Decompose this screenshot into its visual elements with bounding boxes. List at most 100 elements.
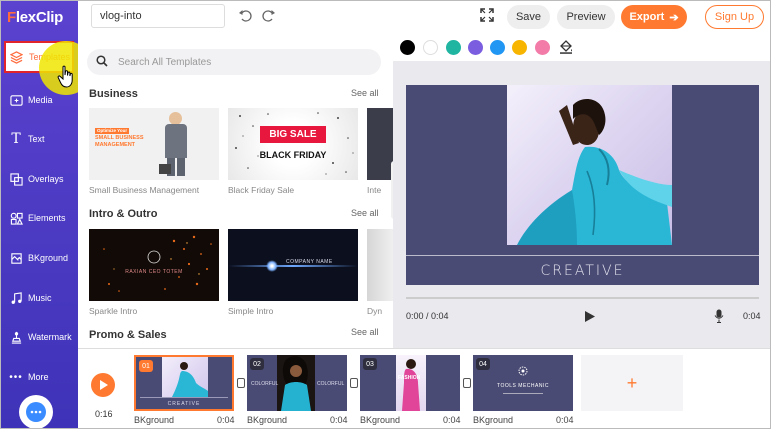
template-caption: Dyn — [367, 306, 383, 316]
flexclip-editor: FlexClip Templates Media T Text Overlays — [0, 0, 771, 429]
scene-text: FASHION — [398, 375, 421, 381]
scene-duration: 0:04 — [556, 415, 574, 425]
watermark-icon — [9, 330, 23, 344]
sidebar-item-overlays[interactable]: Overlays — [1, 159, 78, 199]
signup-button[interactable]: Sign Up — [705, 5, 764, 29]
chat-icon — [26, 402, 46, 422]
thumb-text: RAXIAN CEO TOTEM — [125, 269, 183, 275]
search-icon — [96, 55, 108, 67]
thumb-text: MANAGEMENT — [95, 141, 136, 148]
sidebar-item-elements[interactable]: Elements — [1, 198, 78, 238]
scene-timeline: 0:16 01 CREATIVE BKground 0:04 02 COLORF… — [78, 348, 770, 428]
canvas-title-text[interactable]: CREATIVE — [406, 263, 759, 279]
sidebar-item-music[interactable]: Music — [1, 278, 78, 318]
section-title-promo-sales: Promo & Sales — [89, 329, 167, 341]
color-swatch-blue[interactable] — [490, 40, 505, 55]
transition-icon[interactable] — [463, 378, 471, 388]
fullscreen-icon[interactable] — [480, 8, 494, 22]
scene-thumb-4[interactable]: 04 TOOLS MECHANIC — [473, 355, 573, 411]
paint-bucket-icon[interactable] — [559, 40, 573, 54]
background-icon — [9, 251, 23, 265]
section-title-intro-outro: Intro & Outro — [89, 208, 158, 220]
play-icon[interactable] — [585, 311, 595, 322]
sidebar-item-bkground[interactable]: BKground — [1, 238, 78, 278]
section-title-business: Business — [89, 88, 138, 100]
sidebar-item-label: More — [28, 372, 49, 382]
sidebar-item-more[interactable]: ••• More — [1, 357, 78, 397]
template-thumb-sparkle-intro[interactable]: RAXIAN CEO TOTEM — [89, 229, 219, 301]
sidebar-item-label: Overlays — [28, 174, 64, 184]
template-thumb-small-business[interactable]: Optimize Your SMALL BUSINESS MANAGEMENT — [89, 108, 219, 180]
chat-button[interactable] — [19, 395, 53, 428]
light-streak — [228, 265, 358, 267]
hand-cursor-icon — [57, 65, 73, 88]
music-icon — [9, 291, 23, 305]
more-icon: ••• — [9, 371, 23, 383]
template-thumb-partial[interactable] — [367, 108, 393, 180]
template-caption: Small Business Management — [89, 185, 200, 195]
text-icon: T — [11, 131, 21, 147]
scene-text: COLORFUL — [251, 381, 279, 387]
color-swatch-yellow[interactable] — [512, 40, 527, 55]
scene-duration: 0:04 — [217, 415, 235, 425]
total-duration: 0:04 — [743, 311, 761, 321]
sidebar-item-label: Elements — [28, 213, 66, 223]
preview-stage: CREATIVE 0:00 / 0:04 0:04 — [393, 61, 770, 348]
scene-duration: 0:04 — [443, 415, 461, 425]
scene-photo — [162, 357, 208, 397]
sidebar-item-label: Text — [28, 134, 45, 144]
sidebar-item-text[interactable]: T Text — [1, 119, 78, 159]
project-name-input[interactable]: vlog-into — [91, 4, 225, 28]
plus-icon: + — [626, 373, 638, 393]
scene-thumb-1[interactable]: 01 CREATIVE — [134, 355, 234, 411]
color-swatch-white[interactable] — [423, 40, 438, 55]
save-button[interactable]: Save — [507, 5, 550, 29]
templates-panel: Search All Templates Business See all Op… — [78, 33, 393, 348]
top-toolbar: vlog-into Save Preview Export ➔ Sign Up — [78, 1, 770, 33]
see-all-promo-sales[interactable]: See all — [351, 327, 379, 337]
scene-thumb-3[interactable]: 03 FASHION — [360, 355, 460, 411]
scene-thumb-2[interactable]: 02 COLORFUL COLORFUL — [247, 355, 347, 411]
divider-line — [406, 255, 759, 256]
app-logo[interactable]: FlexClip — [7, 9, 63, 26]
thumb-text: BLACK FRIDAY — [259, 150, 327, 160]
color-swatch-black[interactable] — [400, 40, 415, 55]
undo-icon[interactable] — [238, 8, 252, 25]
scene-label: BKground — [247, 415, 288, 425]
thumb-text: BIG SALE — [260, 126, 326, 143]
color-palette-bar — [393, 33, 770, 61]
businessman-figure — [159, 112, 191, 180]
scene-number: 04 — [476, 358, 490, 370]
overlays-icon — [9, 172, 23, 186]
scene-label: BKground — [360, 415, 401, 425]
media-icon — [9, 93, 23, 107]
search-input[interactable]: Search All Templates — [87, 49, 381, 75]
thumb-text: Optimize Your — [95, 128, 130, 134]
transition-icon[interactable] — [350, 378, 358, 388]
playback-progress-bar[interactable] — [406, 297, 759, 299]
preview-button[interactable]: Preview — [557, 5, 615, 29]
see-all-intro-outro[interactable]: See all — [351, 208, 379, 218]
scene-number: 01 — [139, 360, 153, 372]
scene-label: BKground — [134, 415, 175, 425]
template-thumb-black-friday[interactable]: BIG SALE BLACK FRIDAY — [228, 108, 358, 180]
microphone-icon[interactable] — [714, 309, 724, 323]
redo-icon[interactable] — [262, 8, 276, 25]
current-time: 0:00 / 0:04 — [406, 311, 449, 321]
sidebar-item-watermark[interactable]: Watermark — [1, 317, 78, 357]
color-swatch-teal[interactable] — [446, 40, 461, 55]
play-icon — [100, 380, 108, 390]
transition-icon[interactable] — [237, 378, 245, 388]
see-all-business[interactable]: See all — [351, 88, 379, 98]
confetti-dots — [235, 112, 354, 175]
export-button[interactable]: Export ➔ — [621, 5, 687, 29]
add-scene-button[interactable]: + — [581, 355, 683, 411]
template-thumb-partial[interactable] — [367, 229, 393, 301]
timeline-play-button[interactable] — [91, 373, 115, 397]
template-thumb-simple-intro[interactable]: COMPANY NAME — [228, 229, 358, 301]
color-swatch-pink[interactable] — [535, 40, 550, 55]
sidebar-item-label: BKground — [28, 253, 69, 263]
thumb-text: COMPANY NAME — [286, 259, 333, 265]
color-swatch-purple[interactable] — [468, 40, 483, 55]
video-canvas[interactable]: CREATIVE — [406, 85, 759, 285]
